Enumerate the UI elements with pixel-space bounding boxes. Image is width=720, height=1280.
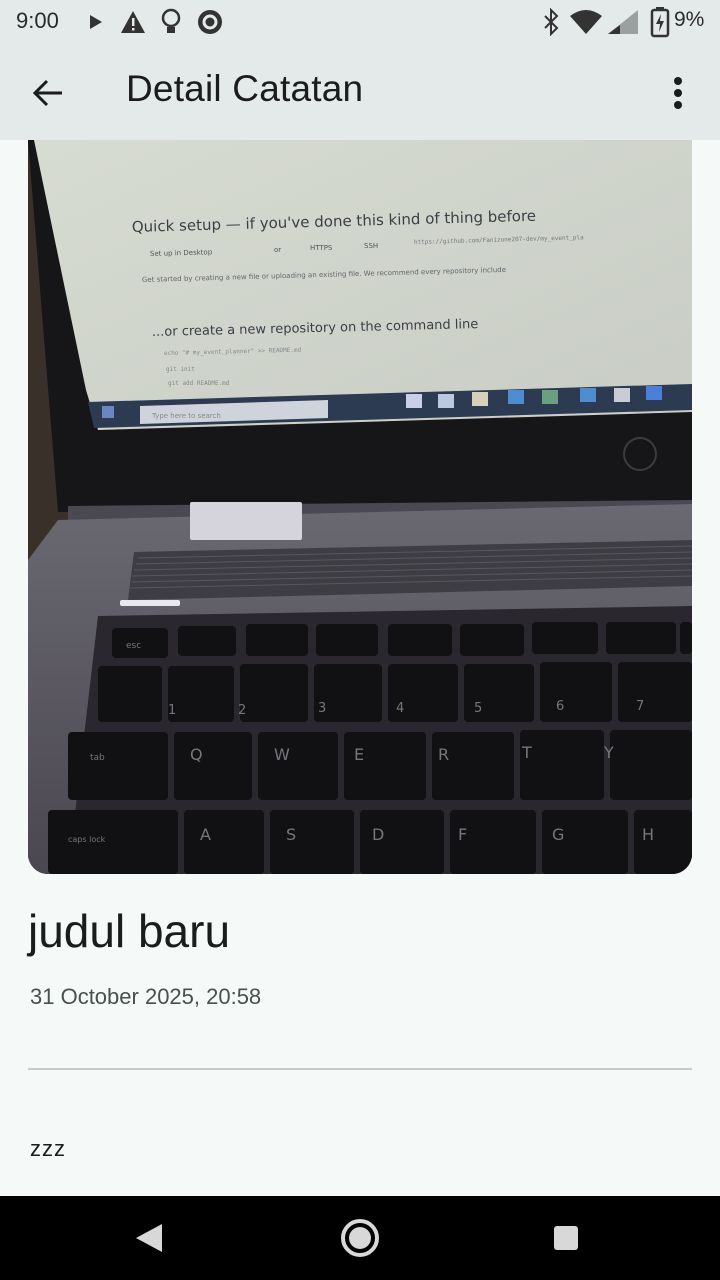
laptop-photo: Quick setup — if you've done this kind o… <box>28 140 692 874</box>
divider <box>28 1068 692 1070</box>
note-title: judul baru <box>28 905 231 957</box>
note-date: 31 October 2025, 20:58 <box>30 984 262 1009</box>
warning-icon <box>121 11 145 33</box>
screen-search: Type here to search <box>151 412 221 420</box>
key-6: 6 <box>556 699 564 714</box>
key-esc: esc <box>126 641 141 651</box>
screen-ssh: SSH <box>364 242 378 250</box>
key-2: 2 <box>238 703 246 718</box>
battery-charging-icon <box>650 7 670 38</box>
key-4: 4 <box>396 701 404 716</box>
key-d: D <box>372 825 384 844</box>
status-bar: 9:00 9% <box>0 0 720 44</box>
key-7: 7 <box>636 699 644 714</box>
app-bar: Detail Catatan <box>0 44 720 140</box>
wifi-icon <box>570 10 602 34</box>
nav-back-button[interactable] <box>130 1222 166 1254</box>
key-h: H <box>642 825 654 844</box>
screen-https: HTTPS <box>310 244 333 252</box>
key-3: 3 <box>318 701 326 716</box>
more-options-button[interactable] <box>660 68 700 118</box>
key-t: T <box>521 743 532 762</box>
nav-recents-button[interactable] <box>552 1224 582 1254</box>
key-q: Q <box>190 745 203 764</box>
arrow-left-icon <box>32 79 62 107</box>
key-g: G <box>552 825 564 844</box>
at-circle-icon <box>198 10 222 34</box>
battery-percent: 9% <box>674 8 705 31</box>
key-e: E <box>354 745 364 764</box>
note-body: zzz <box>30 1136 66 1161</box>
back-button[interactable] <box>22 68 72 118</box>
screen-cmd2: git init <box>166 366 195 373</box>
system-nav-bar <box>0 1196 720 1280</box>
status-time: 9:00 <box>16 8 59 33</box>
play-icon <box>90 15 102 29</box>
screen-cmd3: git add README.md <box>168 380 230 387</box>
key-s: S <box>286 825 296 844</box>
key-a: A <box>200 825 211 844</box>
key-r: R <box>438 745 449 764</box>
key-5: 5 <box>474 701 482 716</box>
key-y: Y <box>603 743 614 762</box>
lightbulb-icon <box>161 8 181 33</box>
key-w: W <box>274 745 290 764</box>
more-vert-icon <box>674 77 682 109</box>
screen-or: or <box>274 246 281 254</box>
key-caps-lock: caps lock <box>68 835 106 844</box>
key-f: F <box>458 825 467 844</box>
signal-icon <box>608 10 638 34</box>
page-title: Detail Catatan <box>126 68 364 109</box>
note-image: Quick setup — if you've done this kind o… <box>28 140 692 874</box>
key-1: 1 <box>168 703 176 718</box>
nav-home-button[interactable] <box>338 1216 382 1260</box>
bluetooth-icon <box>544 8 559 36</box>
key-tab: tab <box>90 753 105 763</box>
